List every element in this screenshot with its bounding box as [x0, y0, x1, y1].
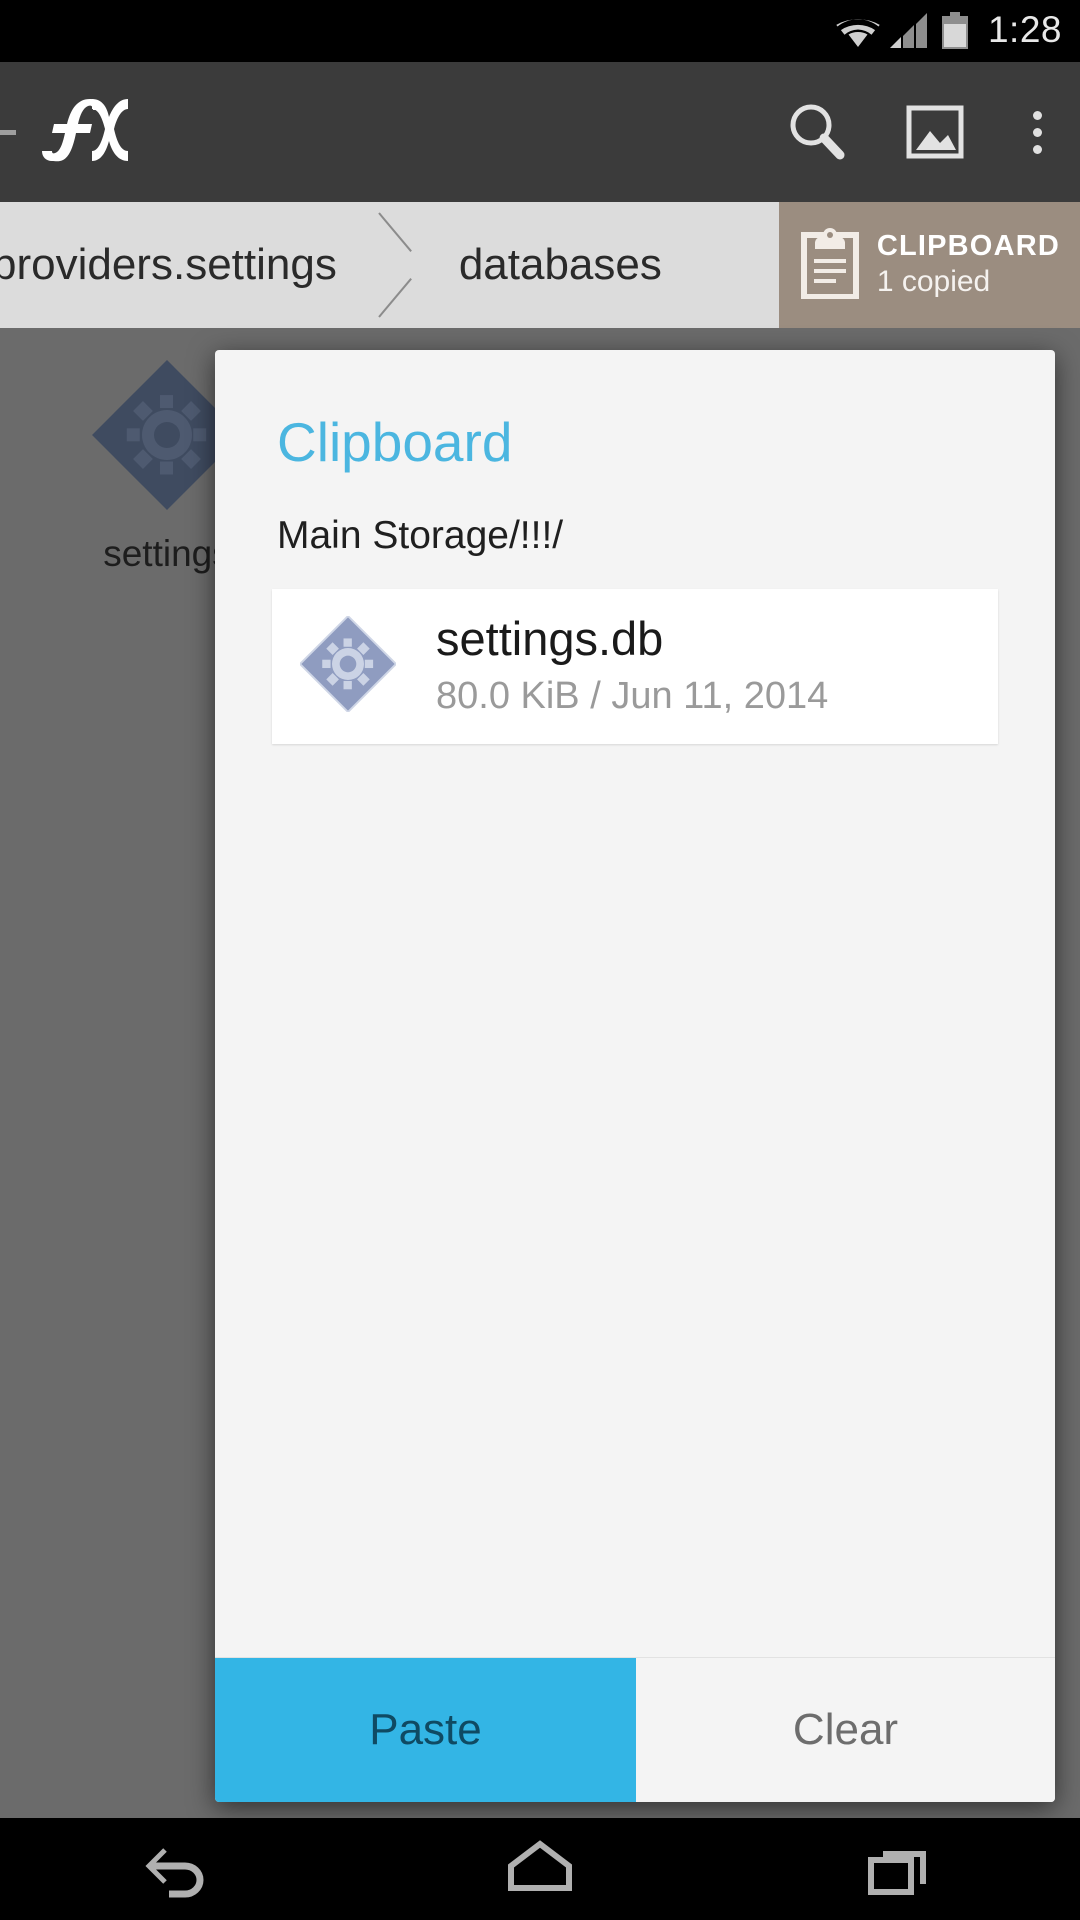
- action-bar: [0, 62, 1080, 202]
- breadcrumb-label: databases: [458, 240, 662, 289]
- back-icon[interactable]: [0, 1818, 360, 1920]
- home-icon[interactable]: [360, 1818, 720, 1920]
- overflow-dot: [1032, 127, 1042, 137]
- dialog-body: settings.db 80.0 KiB / Jun 11, 2014: [215, 555, 1055, 1657]
- system-navigation-bar: [0, 1818, 1080, 1920]
- clipboard-dialog: Clipboard Main Storage/!!!/ settings.db …: [215, 350, 1055, 1802]
- phone-screen: 1:28 providers.settings databases CLIPBO…: [0, 0, 1080, 1920]
- file-grid-item-label: settings: [103, 533, 231, 574]
- breadcrumb-item-databases[interactable]: databases: [425, 202, 696, 328]
- overflow-dot: [1032, 144, 1042, 154]
- paste-button[interactable]: Paste: [215, 1658, 636, 1802]
- clipboard-item-meta: 80.0 KiB / Jun 11, 2014: [436, 675, 829, 718]
- clipboard-chip-title: CLIPBOARD: [876, 229, 1060, 262]
- overflow-menu-icon[interactable]: [994, 62, 1080, 202]
- clipboard-chip-subtitle: 1 copied: [876, 264, 991, 298]
- clipboard-icon: [800, 227, 859, 304]
- recents-icon[interactable]: [720, 1818, 1080, 1920]
- clipboard-chip[interactable]: CLIPBOARD 1 copied: [778, 202, 1080, 328]
- status-bar: 1:28: [0, 0, 1080, 62]
- dialog-path-label: Main Storage/!!!/: [277, 514, 564, 557]
- cellular-signal-icon: [889, 13, 930, 49]
- search-icon[interactable]: [758, 62, 876, 202]
- wifi-icon: [836, 13, 880, 49]
- dialog-button-bar: Paste Clear: [215, 1657, 1055, 1802]
- breadcrumb-label: providers.settings: [0, 240, 337, 289]
- clear-button[interactable]: Clear: [636, 1658, 1055, 1802]
- drawer-handle-icon[interactable]: [0, 129, 16, 135]
- breadcrumb-chevron-icon: [371, 202, 425, 328]
- breadcrumb: providers.settings databases CLIPBOARD 1…: [0, 202, 1080, 328]
- battery-icon: [940, 12, 970, 50]
- overflow-dot: [1032, 110, 1042, 120]
- clipboard-item-text: settings.db 80.0 KiB / Jun 11, 2014: [436, 611, 828, 722]
- dialog-title: Clipboard: [277, 411, 513, 473]
- status-clock: 1:28: [987, 9, 1062, 50]
- clipboard-list-item[interactable]: settings.db 80.0 KiB / Jun 11, 2014: [272, 589, 998, 744]
- breadcrumb-item-providers-settings[interactable]: providers.settings: [0, 202, 371, 328]
- clipboard-chip-text: CLIPBOARD 1 copied: [877, 230, 1060, 301]
- fx-logo-icon[interactable]: [40, 97, 132, 168]
- image-icon[interactable]: [876, 62, 994, 202]
- settings-db-icon: [298, 614, 398, 717]
- clipboard-item-name: settings.db: [436, 612, 664, 665]
